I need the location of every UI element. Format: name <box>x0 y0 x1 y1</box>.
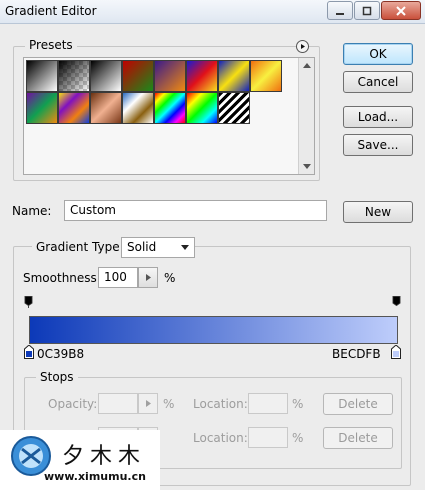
preset-swatch-violet-green-orange[interactable] <box>26 92 58 124</box>
name-input[interactable]: Custom <box>64 200 327 221</box>
cancel-button[interactable]: Cancel <box>343 71 413 93</box>
preset-swatch-violet-orange[interactable] <box>154 60 186 92</box>
opacity-location-unit: % <box>292 397 304 411</box>
start-color-hex: 0C39B8 <box>37 347 85 361</box>
preset-swatch-foreground-to-background[interactable] <box>26 60 58 92</box>
preset-swatch-transparent-stripes[interactable] <box>218 92 250 124</box>
load-button[interactable]: Load... <box>343 106 413 128</box>
preset-swatch-list <box>23 57 315 175</box>
chevron-right-icon <box>145 274 151 281</box>
gradient-preview-bar[interactable] <box>29 316 398 344</box>
opacity-unit: % <box>163 397 175 411</box>
new-button[interactable]: New <box>343 201 413 223</box>
maximize-icon[interactable] <box>354 1 380 20</box>
preset-swatch-spectrum[interactable] <box>154 92 186 124</box>
flyout-arrow-icon[interactable] <box>296 40 309 53</box>
end-color-hex: BECDFB <box>332 347 381 361</box>
delete-color-stop-button[interactable]: Delete <box>323 427 393 449</box>
preset-swatch-copper[interactable] <box>90 92 122 124</box>
preset-swatch-chrome[interactable] <box>122 92 154 124</box>
opacity-location-input[interactable] <box>248 393 288 414</box>
color-stop-right[interactable] <box>391 345 401 359</box>
smoothness-stepper[interactable] <box>138 267 158 288</box>
color-stop-left[interactable] <box>24 345 34 359</box>
window-title: Gradient Editor <box>5 4 97 18</box>
opacity-input[interactable] <box>98 393 138 414</box>
minimize-icon[interactable] <box>327 1 353 20</box>
preset-swatch-orange-yellow-orange[interactable] <box>250 60 282 92</box>
opacity-stop-left[interactable] <box>24 296 33 308</box>
preset-swatch-blue-yellow-blue[interactable] <box>218 60 250 92</box>
save-button[interactable]: Save... <box>343 134 413 156</box>
color-location-label: Location: <box>193 431 248 445</box>
watermark-url: www.ximumu.cn <box>44 470 146 483</box>
preset-swatch-foreground-to-transparent[interactable] <box>58 60 90 92</box>
opacity-stop-right[interactable] <box>392 296 401 308</box>
preset-swatch-black-white[interactable] <box>90 60 122 92</box>
scroll-down-icon[interactable] <box>303 164 311 170</box>
color-location-input[interactable] <box>248 427 288 448</box>
smoothness-input[interactable]: 100 <box>98 267 138 288</box>
gradient-type-label: Gradient Type: <box>32 240 128 254</box>
chevron-down-icon <box>181 245 189 250</box>
presets-label: Presets <box>25 38 77 52</box>
opacity-stepper[interactable] <box>138 393 158 414</box>
preset-swatch-red-green[interactable] <box>122 60 154 92</box>
preset-swatch-yellow-violet-orange-blue[interactable] <box>58 92 90 124</box>
watermark: 夕木木 www.ximumu.cn <box>0 430 160 490</box>
ok-button[interactable]: OK <box>343 43 413 65</box>
stops-label: Stops <box>36 370 78 384</box>
title-bar: Gradient Editor <box>0 0 425 24</box>
gradient-type-select[interactable]: Solid <box>121 237 195 258</box>
name-label: Name: <box>12 204 52 218</box>
smoothness-unit: % <box>164 271 176 285</box>
delete-opacity-stop-button[interactable]: Delete <box>323 393 393 415</box>
color-location-unit: % <box>292 431 304 445</box>
preset-scrollbar[interactable] <box>298 58 314 174</box>
opacity-label: Opacity: <box>48 397 98 411</box>
watermark-text: 夕木木 <box>62 444 147 469</box>
scroll-up-icon[interactable] <box>303 62 311 68</box>
preset-swatch-blue-red-yellow[interactable] <box>186 60 218 92</box>
close-icon[interactable] <box>381 1 421 20</box>
smoothness-label: Smoothness: <box>23 271 101 285</box>
opacity-location-label: Location: <box>193 397 248 411</box>
gradient-type-value: Solid <box>127 240 157 254</box>
preset-swatch-transparent-rainbow[interactable] <box>186 92 218 124</box>
chevron-right-icon <box>145 400 151 407</box>
